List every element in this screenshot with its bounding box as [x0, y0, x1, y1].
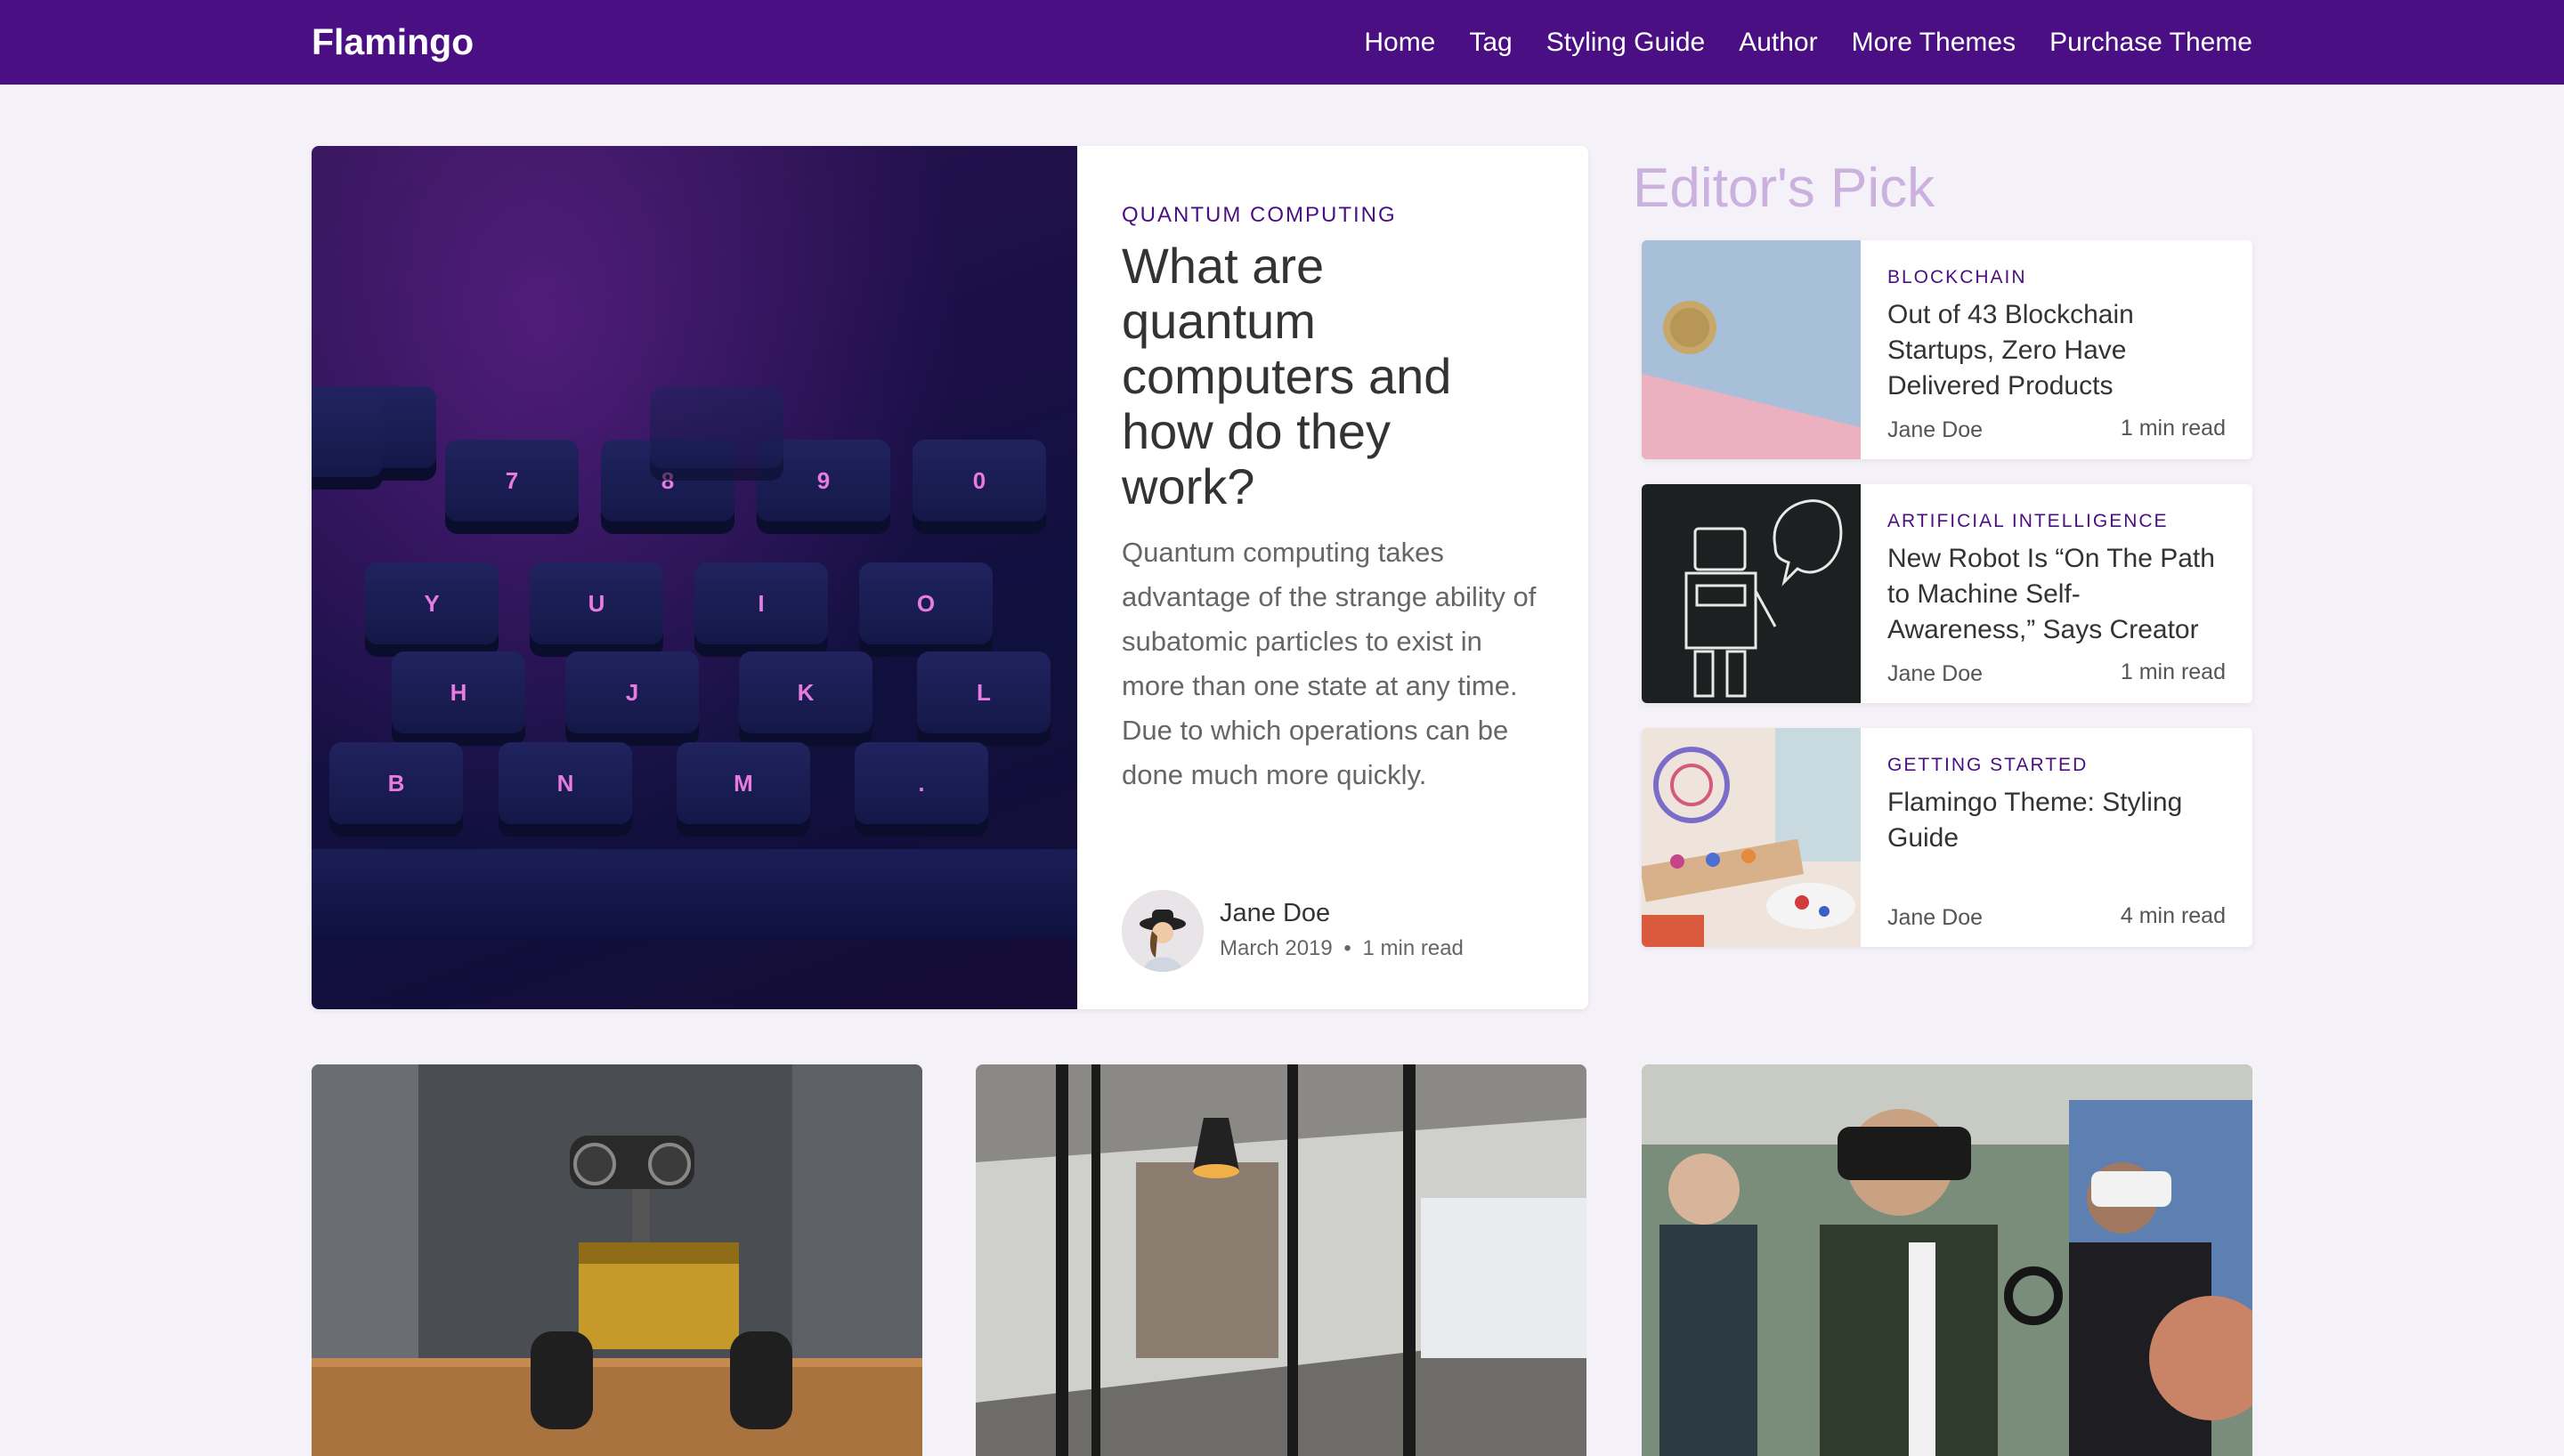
article-title[interactable]: What are quantum computers and how do th… [1122, 239, 1513, 514]
pick-category[interactable]: ARTIFICIAL INTELLIGENCE [1887, 509, 2226, 534]
keyboard-key: O [859, 562, 993, 644]
author-avatar[interactable] [1122, 890, 1204, 972]
keyboard-spacebar-row [312, 849, 1077, 938]
editors-pick-image[interactable] [1642, 240, 1861, 459]
editors-pick-body: GETTING STARTED Flamingo Theme: Styling … [1861, 728, 2252, 947]
author-name[interactable]: Jane Doe [1220, 899, 1330, 928]
pick-category[interactable]: BLOCKCHAIN [1887, 265, 2226, 290]
article-meta: March 2019 • 1 min read [1220, 936, 1464, 961]
keyboard-key: 7 [445, 440, 579, 522]
pick-category[interactable]: GETTING STARTED [1887, 753, 2226, 778]
keyboard-key: U [530, 562, 663, 644]
editors-pick-body: ARTIFICIAL INTELLIGENCE New Robot Is “On… [1861, 484, 2252, 703]
pick-read-time: 4 min read [2120, 903, 2226, 928]
top-navigation-bar: Flamingo Home Tag Styling Guide Author M… [0, 0, 2564, 85]
nav-tag[interactable]: Tag [1469, 18, 1512, 67]
nav-purchase-theme[interactable]: Purchase Theme [2049, 18, 2252, 67]
article-category[interactable]: QUANTUM COMPUTING [1122, 201, 1544, 230]
pick-title[interactable]: Out of 43 Blockchain Startups, Zero Have… [1887, 297, 2226, 404]
nav-home[interactable]: Home [1364, 18, 1435, 67]
keyboard-key: B [329, 742, 463, 824]
editors-pick-item[interactable]: BLOCKCHAIN Out of 43 Blockchain Startups… [1642, 240, 2252, 459]
keyboard-key: M [677, 742, 810, 824]
meta-separator: • [1343, 936, 1351, 960]
article-date: March 2019 [1220, 936, 1333, 960]
main-nav: Home Tag Styling Guide Author More Theme… [1364, 18, 2252, 67]
featured-article-card[interactable]: 7 8 9 0 Y U I O H J K L B N M . QUANTUM … [312, 146, 1588, 1009]
editors-pick-image[interactable] [1642, 484, 1861, 703]
nav-author[interactable]: Author [1739, 18, 1817, 67]
editors-pick-body: BLOCKCHAIN Out of 43 Blockchain Startups… [1861, 240, 2252, 459]
keyboard-key: K [739, 651, 872, 733]
keyboard-key [650, 386, 783, 468]
article-read-time: 1 min read [1362, 936, 1464, 960]
pick-author[interactable]: Jane Doe [1887, 417, 1983, 443]
pick-title[interactable]: New Robot Is “On The Path to Machine Sel… [1887, 541, 2226, 648]
keyboard-key: . [855, 742, 988, 824]
nav-styling-guide[interactable]: Styling Guide [1546, 18, 1705, 67]
nav-more-themes[interactable]: More Themes [1852, 18, 2016, 67]
featured-article-image[interactable]: 7 8 9 0 Y U I O H J K L B N M . [312, 146, 1077, 1009]
editors-pick-item[interactable]: GETTING STARTED Flamingo Theme: Styling … [1642, 728, 2252, 947]
pick-author[interactable]: Jane Doe [1887, 661, 1983, 687]
author-block: Jane Doe March 2019 • 1 min read [1122, 890, 1549, 972]
keyboard-key: Y [365, 562, 499, 644]
featured-article-body: QUANTUM COMPUTING What are quantum compu… [1077, 146, 1588, 1009]
pick-author[interactable]: Jane Doe [1887, 905, 1983, 931]
editors-pick-heading: Editor's Pick [1633, 158, 1935, 219]
article-excerpt: Quantum computing takes advantage of the… [1122, 537, 1537, 790]
pick-read-time: 1 min read [2120, 416, 2226, 441]
article-card-image[interactable] [976, 1064, 1586, 1456]
site-brand[interactable]: Flamingo [312, 18, 474, 67]
editors-pick-image[interactable] [1642, 728, 1861, 947]
keyboard-key: J [565, 651, 699, 733]
keyboard-key: I [694, 562, 828, 644]
keyboard-key: N [499, 742, 632, 824]
article-card-image[interactable] [312, 1064, 922, 1456]
pick-read-time: 1 min read [2120, 659, 2226, 684]
pick-title[interactable]: Flamingo Theme: Styling Guide [1887, 785, 2226, 856]
article-card-image[interactable] [1642, 1064, 2252, 1456]
keyboard-key: 0 [913, 440, 1046, 522]
keyboard-key: L [917, 651, 1051, 733]
editors-pick-item[interactable]: ARTIFICIAL INTELLIGENCE New Robot Is “On… [1642, 484, 2252, 703]
keyboard-key [312, 395, 383, 477]
keyboard-key: H [392, 651, 525, 733]
